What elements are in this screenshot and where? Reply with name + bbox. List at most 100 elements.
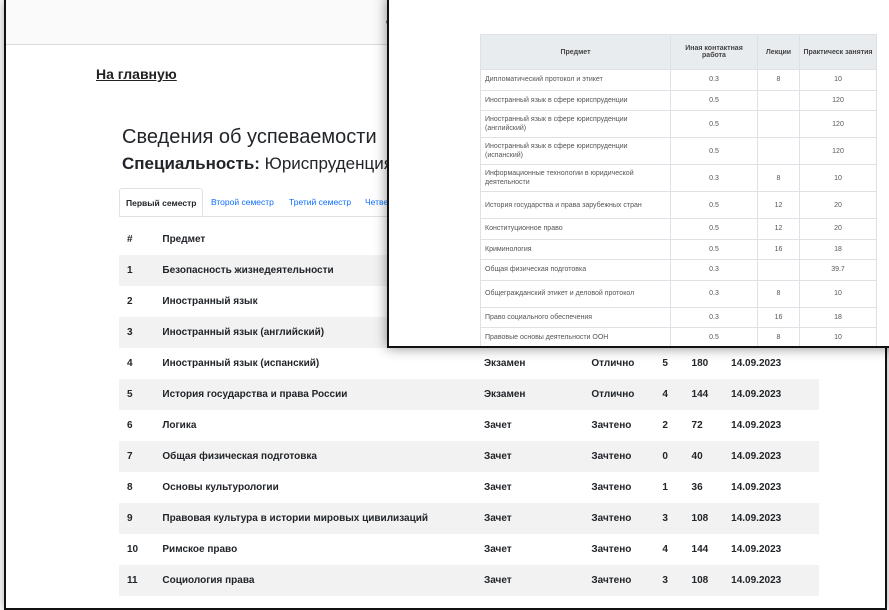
row-control-type: Зачет (483, 575, 512, 586)
row-number: 4 (127, 358, 133, 369)
row-other-contact: 0.3 (670, 306, 758, 328)
row-lectures: 16 (757, 306, 800, 328)
row-practice: 20 (799, 218, 877, 240)
row-grade: Зачтено (591, 575, 632, 586)
row-subject: Общая физическая подготовка (162, 451, 317, 462)
row-date: 14.09.2023 (731, 513, 782, 524)
tab-second-semester[interactable]: Второй семестр (205, 188, 280, 216)
row-other-contact: 0.5 (670, 110, 758, 138)
table-row: 8 Основы культурологии Зачет Зачтено 1 36 14.0… (119, 472, 819, 503)
row-number: 5 (127, 389, 133, 400)
row-subject: Общая физическая подготовка (480, 259, 671, 281)
row-subject: История государства и права зарубежных с… (480, 191, 671, 219)
row-lectures: 8 (757, 279, 800, 308)
row-other-contact: 0.3 (670, 164, 758, 192)
row-control-type: Зачет (483, 420, 512, 431)
row-control-type: Экзамен (483, 389, 526, 400)
table-row: 10 Римское право Зачет Зачтено 4 144 14.09.202… (119, 534, 819, 565)
row-other-contact: 0.5 (670, 238, 758, 260)
row-lectures: 12 (757, 218, 800, 240)
table-row: Криминология 0.5 16 18 (480, 238, 877, 260)
row-credits: 2 (662, 420, 668, 431)
home-link[interactable]: На главную (96, 66, 177, 82)
row-date: 14.09.2023 (731, 482, 782, 493)
row-subject: Иностранный язык в сфере юриспруденции (… (480, 110, 671, 138)
row-lectures (757, 89, 800, 111)
row-date: 14.09.2023 (731, 575, 782, 586)
row-subject: Иностранный язык в сфере юриспруденции (480, 89, 671, 111)
row-practice: 10 (799, 69, 877, 91)
row-date: 14.09.2023 (731, 358, 782, 369)
row-subject: Криминология (480, 238, 671, 260)
row-date: 14.09.2023 (731, 451, 782, 462)
row-practice: 10 (799, 327, 877, 346)
row-grade: Зачтено (591, 544, 632, 555)
row-lectures: 8 (757, 327, 800, 346)
page-title: Сведения об успеваемости (122, 126, 377, 148)
row-control-type: Зачет (483, 513, 512, 524)
row-subject: Логика (162, 420, 197, 431)
row-other-contact: 0.5 (670, 89, 758, 111)
row-credits: 4 (662, 544, 668, 555)
row-control-type: Зачет (483, 544, 512, 555)
tab-third-semester[interactable]: Третий семестр (283, 188, 357, 216)
row-subject: Иностранный язык в сфере юриспруденции (… (480, 137, 671, 165)
row-lectures (757, 259, 800, 281)
row-hours: 108 (691, 575, 709, 586)
row-practice: 120 (799, 110, 877, 138)
row-subject: Общегражданский этикет и деловой протоко… (480, 279, 671, 308)
row-credits: 3 (662, 575, 668, 586)
row-date: 14.09.2023 (731, 389, 782, 400)
row-grade: Отлично (591, 358, 635, 369)
table-row: Правовые основы деятельности ООН 0.5 8 10 (480, 327, 877, 346)
row-credits: 0 (662, 451, 668, 462)
row-hours: 108 (691, 513, 709, 524)
table-row: 6 Логика Зачет Зачтено 2 72 14.09.2023 (119, 410, 819, 441)
row-grade: Отлично (591, 389, 635, 400)
row-other-contact: 0.3 (670, 259, 758, 281)
row-date: 14.09.2023 (731, 544, 782, 555)
col-subject-header: Предмет (480, 34, 671, 70)
row-number: 9 (127, 513, 133, 524)
row-credits: 4 (662, 389, 668, 400)
row-lectures: 8 (757, 69, 800, 91)
table-row: 5 История государства и права России Экзам… (119, 379, 819, 410)
row-grade: Зачтено (591, 451, 632, 462)
row-practice: 20 (799, 191, 877, 219)
table-row: 11 Социология права Зачет Зачтено 3 108 14.09.… (119, 565, 819, 596)
col-practice-header: Практическ занятия (799, 34, 877, 70)
row-number: 3 (127, 327, 133, 338)
row-subject: Конституционное право (480, 218, 671, 240)
row-grade: Зачтено (591, 420, 632, 431)
row-lectures: 16 (757, 238, 800, 260)
row-other-contact: 0.5 (670, 191, 758, 219)
row-practice: 18 (799, 238, 877, 260)
table-row: Право социального обеспечения 0.3 16 18 (480, 306, 877, 328)
row-number: 8 (127, 482, 133, 493)
row-credits: 3 (662, 513, 668, 524)
specialty-line: Специальность: Юриспруденция (122, 154, 393, 174)
row-subject: Дипломатический протокол и этикет (480, 69, 671, 91)
row-number: 6 (127, 420, 133, 431)
row-number: 2 (127, 296, 133, 307)
row-subject: История государства и права России (162, 389, 348, 400)
row-lectures (757, 137, 800, 165)
table-row: 9 Правовая культура в истории мировых цив… (119, 503, 819, 534)
row-number: 7 (127, 451, 133, 462)
row-other-contact: 0.3 (670, 69, 758, 91)
row-hours: 180 (691, 358, 709, 369)
row-subject: Иностранный язык (испанский) (162, 358, 320, 369)
row-control-type: Зачет (483, 451, 512, 462)
row-practice: 10 (799, 279, 877, 308)
row-hours: 72 (691, 420, 703, 431)
row-credits: 5 (662, 358, 668, 369)
row-practice: 39.7 (799, 259, 877, 281)
row-lectures: 8 (757, 164, 800, 192)
row-other-contact: 0.3 (670, 279, 758, 308)
row-hours: 36 (691, 482, 703, 493)
row-grade: Зачтено (591, 482, 632, 493)
tab-first-semester[interactable]: Первый семестр (119, 188, 204, 216)
table-row: История государства и права зарубежных с… (480, 191, 877, 219)
col-number-header: # (127, 234, 133, 245)
row-number: 1 (127, 265, 133, 276)
